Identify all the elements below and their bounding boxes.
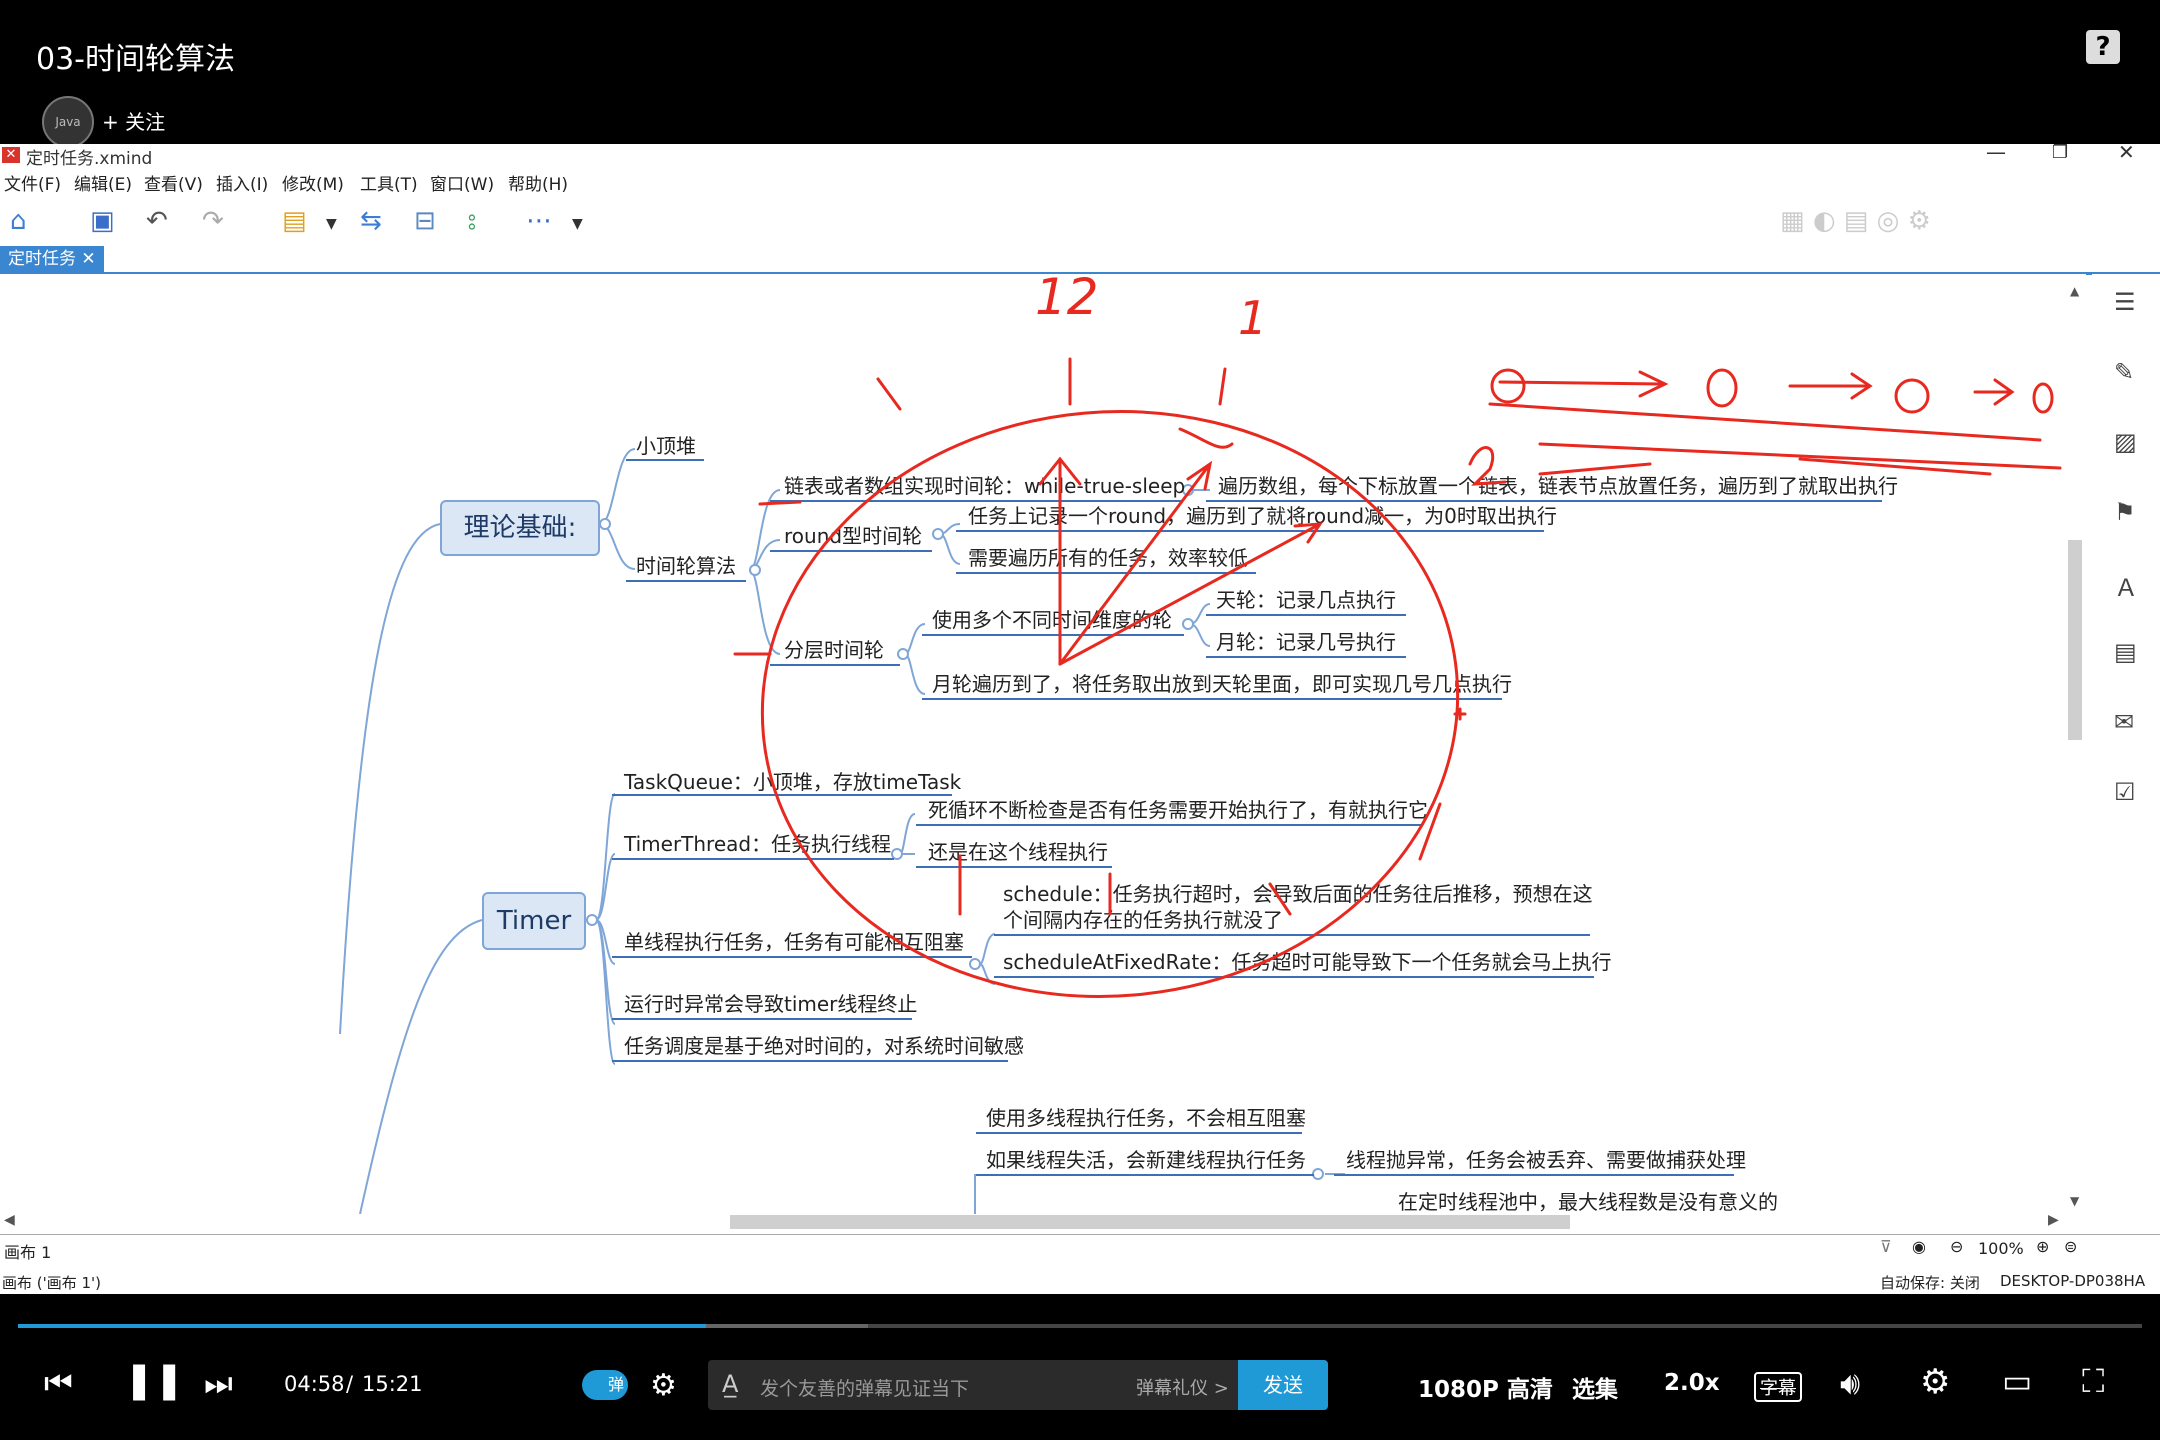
toolbar: ⌂ ▣ ↶ ↷ ▤ ▼ ⇆ ⊟ ⦂ ⋯ ▼ ▦ ◐ ▤ ◎ ⚙	[0, 202, 2160, 242]
menu-bar: 文件(F) 编辑(E) 查看(V) 插入(I) 修改(M) 工具(T) 窗口(W…	[0, 170, 2160, 196]
volume-icon[interactable]: 🔊︎	[1840, 1364, 1860, 1403]
horizontal-scrollbar[interactable]: ◀ ▶	[0, 1212, 2086, 1232]
episodes-button[interactable]: 选集	[1572, 1370, 1618, 1404]
menu-file[interactable]: 文件(F)	[4, 170, 61, 195]
restore-icon[interactable]: ❐	[2052, 142, 2068, 163]
previous-icon[interactable]: ⏮	[44, 1364, 73, 1403]
status-bar: 画布 ('画布 1') 自动保存: 关闭 DESKTOP-DP038HA	[0, 1270, 2160, 1294]
format-brush-icon[interactable]: ✎	[2114, 358, 2140, 386]
close-icon[interactable]: ✕	[2118, 140, 2135, 164]
font-icon[interactable]: Ａ	[2114, 568, 2140, 602]
mindmap-canvas[interactable]: 理论基础: Timer 小顶堆 时间轮算法 链表或者数组实现时间轮：while-…	[0, 274, 2086, 1214]
task-icon[interactable]: ☑	[2114, 778, 2140, 806]
topic-style-icon[interactable]: ▤	[282, 206, 307, 236]
video-player-controls: ⏮ ❚❚ ⏭ 04:58 / 15:21 弹 ⚙ A̲ 发个友善的弹幕见证当下 …	[0, 1294, 2160, 1440]
right-sidebar: ☰ ✎ ▨ ⚑ Ａ ▤ ✉ ☑	[2092, 274, 2160, 1214]
follow-button[interactable]: + 关注	[102, 106, 165, 135]
video-title: 03-时间轮算法	[36, 42, 235, 77]
image-icon[interactable]: ▨	[2114, 428, 2140, 456]
minimize-icon[interactable]: —	[1986, 140, 2006, 164]
zoom-out-icon[interactable]: ⊖	[1950, 1237, 1963, 1256]
window-title: 定时任务.xmind	[26, 149, 153, 169]
menu-help[interactable]: 帮助(H)	[508, 170, 568, 195]
scroll-down-icon[interactable]: ▼	[2070, 1194, 2079, 1208]
boundary-icon[interactable]: ⦂	[468, 206, 476, 237]
menu-modify[interactable]: 修改(M)	[282, 170, 344, 195]
zoom-level: 100%	[1978, 1239, 2024, 1258]
sheet-tab[interactable]: 画布 1	[4, 1239, 51, 1263]
pause-icon[interactable]: ❚❚	[124, 1360, 184, 1401]
time-current: 04:58	[284, 1372, 345, 1396]
help-icon[interactable]: ?	[2086, 30, 2120, 64]
undo-icon[interactable]: ↶	[146, 206, 168, 236]
menu-insert[interactable]: 插入(I)	[216, 170, 268, 195]
danmaku-settings-icon[interactable]: ⚙	[650, 1368, 677, 1403]
xmind-logo-icon: ✕	[2, 147, 20, 163]
fit-icon[interactable]: ⊜	[2064, 1237, 2077, 1256]
xmind-window: ✕ 定时任务.xmind — ❐ ✕ 文件(F) 编辑(E) 查看(V) 插入(…	[0, 140, 2160, 1294]
scroll-thumb[interactable]	[2068, 540, 2082, 740]
quality-selector[interactable]: 1080P 高清	[1418, 1370, 1553, 1404]
home-icon[interactable]: ⌂	[10, 206, 27, 236]
pip-icon[interactable]: ▭	[2002, 1362, 2032, 1400]
scroll-right-icon[interactable]: ▶	[2048, 1212, 2059, 1228]
redo-icon[interactable]: ↷	[202, 206, 224, 236]
tab-active[interactable]: 定时任务 ✕	[0, 246, 104, 272]
tab-strip: 定时任务 ✕	[0, 246, 2160, 275]
relationship-icon[interactable]: ⇆	[360, 206, 382, 236]
more-chevron-icon[interactable]: ▼	[572, 216, 583, 232]
scroll-thumb-h[interactable]	[730, 1215, 1570, 1229]
flag-icon[interactable]: ⚑	[2114, 498, 2140, 526]
zoom-in-icon[interactable]: ⊕	[2036, 1237, 2049, 1256]
avatar[interactable]: Java	[42, 96, 94, 148]
time-separator: /	[346, 1372, 354, 1396]
chevron-down-icon[interactable]: ▼	[326, 216, 337, 232]
title-bar: ✕ 定时任务.xmind — ❐ ✕	[0, 140, 2160, 169]
send-button[interactable]: 发送	[1238, 1360, 1328, 1410]
video-header: 03-时间轮算法 ? Java + 关注	[0, 0, 2160, 148]
handwritten-annotation: 12 1	[733, 274, 2062, 998]
autosave-status[interactable]: 自动保存: 关闭	[1880, 1272, 1980, 1293]
machine-name: DESKTOP-DP038HA	[2000, 1272, 2146, 1290]
menu-edit[interactable]: 编辑(E)	[74, 170, 132, 195]
danmaku-placeholder: 发个友善的弹幕见证当下	[760, 1378, 970, 1400]
annotation-twelve: 12	[1035, 274, 1099, 326]
next-icon[interactable]: ⏭	[204, 1364, 233, 1403]
eye-icon[interactable]: ◉	[1912, 1237, 1926, 1256]
menu-tools[interactable]: 工具(T)	[360, 170, 418, 195]
settings-icon[interactable]: ⚙	[1920, 1362, 1950, 1402]
outline-icon[interactable]: ☰	[2114, 288, 2140, 316]
time-total: 15:21	[362, 1372, 423, 1396]
text-style-icon[interactable]: A̲	[722, 1370, 738, 1398]
status-canvas: 画布 ('画布 1')	[2, 1274, 102, 1292]
progress-played	[18, 1324, 707, 1328]
annotation-one: 1	[1238, 291, 1267, 345]
fullscreen-icon[interactable]: ⛶	[2082, 1362, 2104, 1401]
more-icon[interactable]: ⋯	[526, 206, 552, 236]
sheet-bar: 画布 1 ⊽ ◉ ⊖ 100% ⊕ ⊜	[0, 1234, 2160, 1263]
scroll-left-icon[interactable]: ◀	[4, 1212, 15, 1228]
danmaku-input[interactable]: A̲ 发个友善的弹幕见证当下 弹幕礼仪 >	[708, 1360, 1238, 1410]
comment-icon[interactable]: ✉	[2114, 708, 2140, 736]
scroll-up-icon[interactable]: ▲	[2070, 284, 2079, 298]
save-icon[interactable]: ▣	[90, 206, 115, 236]
vertical-scrollbar[interactable]: ▲ ▼	[2066, 284, 2084, 1214]
danmaku-toggle[interactable]: 弹	[582, 1370, 628, 1400]
summary-icon[interactable]: ⊟	[414, 206, 436, 236]
notes-icon[interactable]: ▤	[2114, 638, 2140, 666]
speed-button[interactable]: 2.0x	[1664, 1370, 1720, 1396]
filter-icon[interactable]: ⊽	[1880, 1237, 1892, 1256]
subtitle-toggle[interactable]: 字幕	[1754, 1372, 1802, 1402]
menu-view[interactable]: 查看(V)	[144, 170, 203, 195]
danmaku-etiquette-link[interactable]: 弹幕礼仪 >	[1136, 1374, 1229, 1400]
right-toolbar-icons[interactable]: ▦ ◐ ▤ ◎ ⚙	[1780, 206, 1931, 236]
menu-window[interactable]: 窗口(W)	[430, 170, 494, 195]
